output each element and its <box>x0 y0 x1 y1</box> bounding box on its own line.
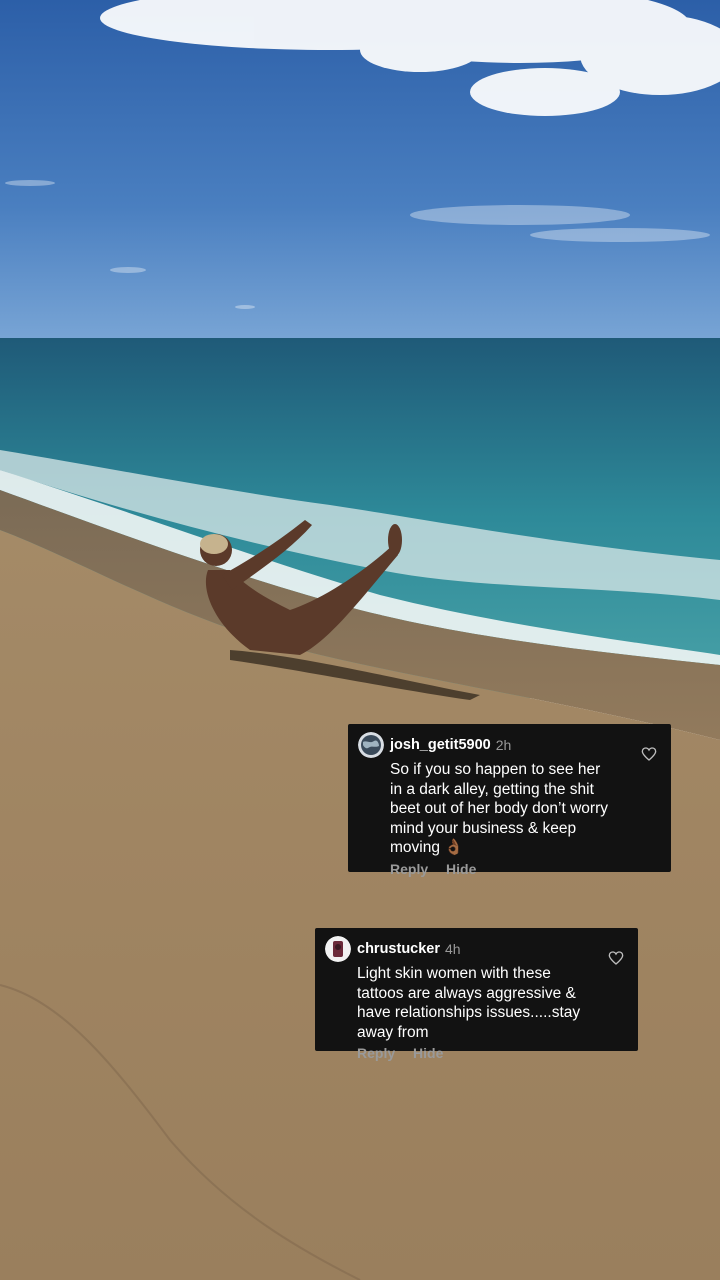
globe-avatar-icon[interactable] <box>358 732 384 758</box>
heart-icon[interactable] <box>641 746 657 762</box>
comment-actions: Reply Hide <box>390 861 661 877</box>
comment-text: So if you so happen to see her in a dark… <box>390 761 608 856</box>
comment-username[interactable]: chrustucker <box>357 941 440 957</box>
comment-actions: Reply Hide <box>357 1045 628 1061</box>
comment-card: josh_getit5900 2h So if you so happen to… <box>348 724 671 877</box>
heart-icon[interactable] <box>608 950 624 966</box>
comment-time: 4h <box>445 941 461 957</box>
comment-text: Light skin women with these tattoos are … <box>357 965 581 1041</box>
comment-time: 2h <box>495 737 512 753</box>
comment-username[interactable]: josh_getit5900 <box>390 737 491 753</box>
reply-button[interactable]: Reply <box>357 1045 395 1061</box>
comment-header: josh_getit5900 2h <box>358 732 661 758</box>
comment-card: chrustucker 4h Light skin women with the… <box>315 928 638 1061</box>
portrait-avatar-icon[interactable] <box>325 936 351 962</box>
hide-button[interactable]: Hide <box>446 861 476 877</box>
beach-photo <box>0 0 720 1280</box>
comment-header: chrustucker 4h <box>325 936 628 962</box>
reply-button[interactable]: Reply <box>390 861 428 877</box>
hide-button[interactable]: Hide <box>413 1045 443 1061</box>
